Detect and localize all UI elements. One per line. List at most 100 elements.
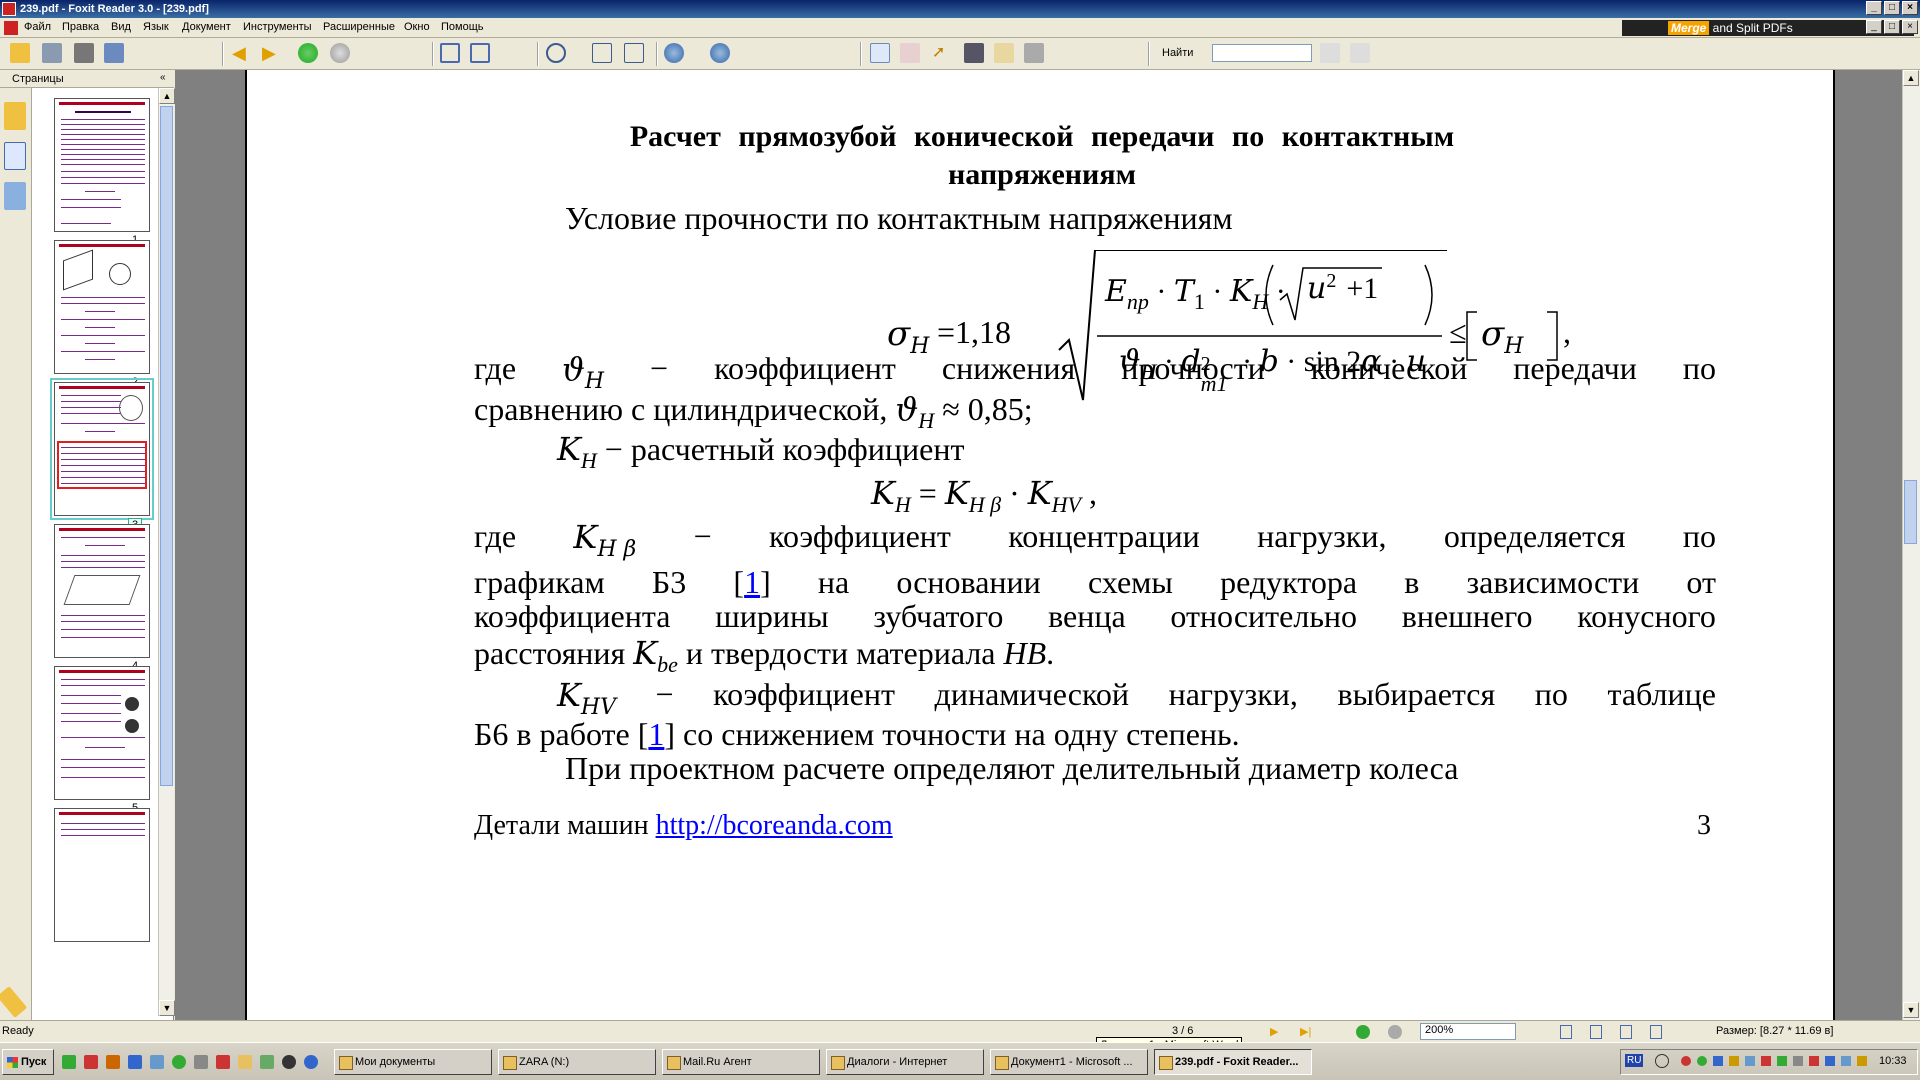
next-page-icon[interactable]: ▶ xyxy=(262,43,282,63)
arrow-select-icon[interactable]: ➚ xyxy=(932,43,952,63)
page-thumbnail-1[interactable] xyxy=(54,98,150,232)
menu-view[interactable]: Вид xyxy=(111,21,131,33)
next-page-status-icon[interactable]: ▶ xyxy=(1270,1025,1278,1038)
bookmarks-tab-icon[interactable] xyxy=(4,102,26,130)
quicklaunch-icon[interactable] xyxy=(216,1055,230,1069)
tray-icon[interactable] xyxy=(1809,1056,1819,1066)
task-mailru-agent[interactable]: Mail.Ru Агент xyxy=(662,1049,820,1075)
page-thumbnail-6[interactable] xyxy=(54,808,150,942)
email-icon[interactable] xyxy=(104,43,124,63)
tray-icon[interactable] xyxy=(1825,1056,1835,1066)
page-thumbnail-3[interactable] xyxy=(50,378,154,520)
start-button[interactable]: Пуск xyxy=(2,1049,54,1075)
quicklaunch-icon[interactable] xyxy=(260,1055,274,1069)
quicklaunch-icon[interactable] xyxy=(106,1055,120,1069)
doc-scroll-thumb[interactable] xyxy=(1904,480,1917,544)
doc-minimize-button[interactable]: _ xyxy=(1866,20,1882,34)
save-icon[interactable] xyxy=(42,43,62,63)
single-page-icon[interactable] xyxy=(440,43,460,63)
tray-icon[interactable] xyxy=(1729,1056,1739,1066)
reference-link[interactable]: 1 xyxy=(648,716,664,752)
facing-view-icon[interactable] xyxy=(1620,1025,1632,1039)
task-foxit-reader[interactable]: 239.pdf - Foxit Reader... xyxy=(1154,1049,1312,1075)
print-icon[interactable] xyxy=(74,43,94,63)
go-back-icon[interactable] xyxy=(298,43,318,63)
document-scrollbar[interactable]: ▲ ▼ xyxy=(1902,70,1920,1020)
tray-icon[interactable] xyxy=(1793,1056,1803,1066)
fit-width-icon[interactable] xyxy=(624,43,644,63)
open-icon[interactable] xyxy=(10,43,30,63)
menu-language[interactable]: Язык xyxy=(143,21,169,33)
page-indicator[interactable]: 3 / 6 xyxy=(1172,1025,1193,1037)
quicklaunch-icon[interactable] xyxy=(238,1055,252,1069)
menu-tools[interactable]: Инструменты xyxy=(243,21,312,33)
zoom-select[interactable]: 200% xyxy=(1420,1023,1516,1040)
quicklaunch-icon[interactable] xyxy=(150,1055,164,1069)
page-thumbnail-2[interactable] xyxy=(54,240,150,374)
doc-restore-button[interactable]: □ xyxy=(1884,20,1900,34)
task-word-document[interactable]: Документ1 - Microsoft ... xyxy=(990,1049,1148,1075)
find-previous-icon[interactable] xyxy=(1320,43,1340,63)
language-indicator[interactable]: RU xyxy=(1625,1054,1644,1067)
tray-icon[interactable] xyxy=(1697,1056,1707,1066)
quicklaunch-icon[interactable] xyxy=(304,1055,318,1069)
tray-icon[interactable] xyxy=(1681,1056,1691,1066)
last-page-status-icon[interactable]: ▶| xyxy=(1300,1025,1311,1038)
collapse-panel-icon[interactable]: « xyxy=(160,72,166,83)
menu-document[interactable]: Документ xyxy=(182,21,231,33)
scroll-up-icon[interactable]: ▲ xyxy=(159,88,175,104)
maximize-button[interactable]: □ xyxy=(1884,1,1900,15)
page-thumbnail-5[interactable] xyxy=(54,666,150,800)
tray-icon[interactable] xyxy=(1841,1056,1851,1066)
task-my-documents[interactable]: Мои документы xyxy=(334,1049,492,1075)
page-thumbnail-4[interactable] xyxy=(54,524,150,658)
close-button[interactable]: × xyxy=(1902,1,1918,15)
pages-tab-icon[interactable] xyxy=(4,142,26,170)
tray-icon[interactable] xyxy=(1777,1056,1787,1066)
find-next-icon[interactable] xyxy=(1350,43,1370,63)
doc-scroll-up-icon[interactable]: ▲ xyxy=(1903,70,1919,86)
doc-close-button[interactable]: × xyxy=(1902,20,1918,34)
menu-edit[interactable]: Правка xyxy=(62,21,99,33)
tray-icon[interactable] xyxy=(1745,1056,1755,1066)
tray-icon[interactable] xyxy=(1761,1056,1771,1066)
thumbnail-scrollbar[interactable]: ▲ ▼ xyxy=(158,88,175,1016)
continuous-view-icon[interactable] xyxy=(1590,1025,1602,1039)
layers-tab-icon[interactable] xyxy=(4,182,26,210)
document-view[interactable]: Расчет прямозубой конической передачи по… xyxy=(175,70,1902,1020)
zoom-plus-icon[interactable] xyxy=(710,43,730,63)
tray-icon[interactable] xyxy=(1713,1056,1723,1066)
typewriter-icon[interactable] xyxy=(994,43,1014,63)
single-page-view-icon[interactable] xyxy=(1560,1025,1572,1039)
hand-tool-icon[interactable] xyxy=(870,43,890,63)
reference-link[interactable]: 1 xyxy=(744,564,760,600)
task-dialogs-internet[interactable]: Диалоги - Интернет xyxy=(826,1049,984,1075)
continuous-page-icon[interactable] xyxy=(470,43,490,63)
menu-file[interactable]: Файл xyxy=(24,21,51,33)
continuous-facing-view-icon[interactable] xyxy=(1650,1025,1662,1039)
task-zara-drive[interactable]: ZARA (N:) xyxy=(498,1049,656,1075)
quicklaunch-icon[interactable] xyxy=(62,1055,76,1069)
previous-page-icon[interactable]: ◀ xyxy=(232,43,252,63)
help-icon[interactable] xyxy=(1655,1054,1669,1068)
select-text-icon[interactable] xyxy=(900,43,920,63)
doc-scroll-down-icon[interactable]: ▼ xyxy=(1903,1002,1919,1018)
footer-link[interactable]: http://bcoreanda.com xyxy=(656,810,893,841)
document-menu-icon[interactable] xyxy=(4,21,18,35)
quicklaunch-icon[interactable] xyxy=(282,1055,296,1069)
zoom-in-tool-icon[interactable] xyxy=(546,43,566,63)
status-back-icon[interactable] xyxy=(1356,1025,1370,1039)
attachments-tab-icon[interactable] xyxy=(0,986,28,1018)
fit-page-icon[interactable] xyxy=(592,43,612,63)
snapshot-icon[interactable] xyxy=(1024,43,1044,63)
menu-window[interactable]: Окно xyxy=(404,21,430,33)
status-forward-icon[interactable] xyxy=(1388,1025,1402,1039)
thumbnail-scroll-thumb[interactable] xyxy=(160,106,173,786)
quicklaunch-icon[interactable] xyxy=(128,1055,142,1069)
find-input[interactable] xyxy=(1212,44,1312,62)
minimize-button[interactable]: _ xyxy=(1866,1,1882,15)
zoom-out-icon[interactable] xyxy=(664,43,684,63)
menu-advanced[interactable]: Расширенные xyxy=(323,21,395,33)
volume-icon[interactable] xyxy=(1857,1056,1867,1066)
binoculars-icon[interactable] xyxy=(964,43,984,63)
